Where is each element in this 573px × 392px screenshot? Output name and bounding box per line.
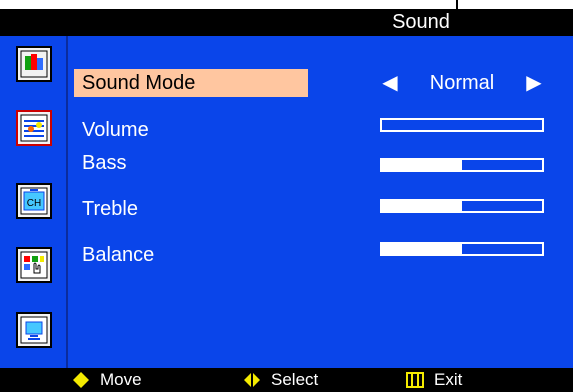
treble-slider-fill [382, 201, 462, 211]
menu-title: Sound [392, 11, 450, 33]
footer-exit: Exit [406, 368, 486, 392]
footer-select-label: Select [271, 370, 319, 389]
top-tick-mark [456, 0, 458, 9]
right-arrow-icon[interactable]: ▶ [524, 69, 544, 97]
select-icon [244, 373, 260, 387]
menu-item-balance[interactable]: Balance [74, 241, 308, 269]
balance-slider-fill [382, 244, 462, 254]
menu-item-volume[interactable]: Volume [74, 116, 308, 144]
move-icon [73, 372, 89, 388]
channel-icon[interactable]: CH [16, 183, 52, 219]
bass-slider[interactable] [380, 158, 544, 172]
menu-item-label: Bass [82, 152, 127, 174]
menu-exit-icon [406, 372, 424, 388]
treble-slider[interactable] [380, 199, 544, 213]
volume-slider[interactable] [380, 118, 544, 132]
svg-text:CH: CH [27, 198, 41, 209]
screen-icon[interactable] [16, 312, 52, 348]
balance-slider[interactable] [380, 242, 544, 256]
sound-icon[interactable] [16, 110, 52, 146]
menu-item-treble[interactable]: Treble [74, 195, 308, 223]
footer-select: Select [243, 368, 353, 392]
footer-move: Move [72, 368, 162, 392]
sidebar-divider [66, 36, 68, 368]
picture-icon[interactable] [16, 46, 52, 82]
menu-item-label: Sound Mode [82, 72, 196, 94]
menu-item-label: Volume [82, 119, 149, 141]
footer-move-label: Move [100, 370, 142, 389]
title-bar [0, 9, 573, 36]
menu-item-label: Treble [82, 198, 138, 220]
sound-mode-selector[interactable]: ◀ Normal ▶ [380, 69, 544, 97]
bass-slider-fill [382, 160, 462, 170]
left-arrow-icon[interactable]: ◀ [380, 69, 400, 97]
sound-mode-value: Normal [429, 72, 495, 94]
menu-item-label: Balance [82, 244, 155, 266]
footer-exit-label: Exit [434, 370, 463, 389]
menu-item-sound-mode[interactable]: Sound Mode [74, 69, 308, 97]
feature-icon[interactable] [16, 247, 52, 283]
menu-item-bass[interactable]: Bass [74, 149, 308, 177]
footer-bar: Move Select Exit [0, 368, 573, 392]
